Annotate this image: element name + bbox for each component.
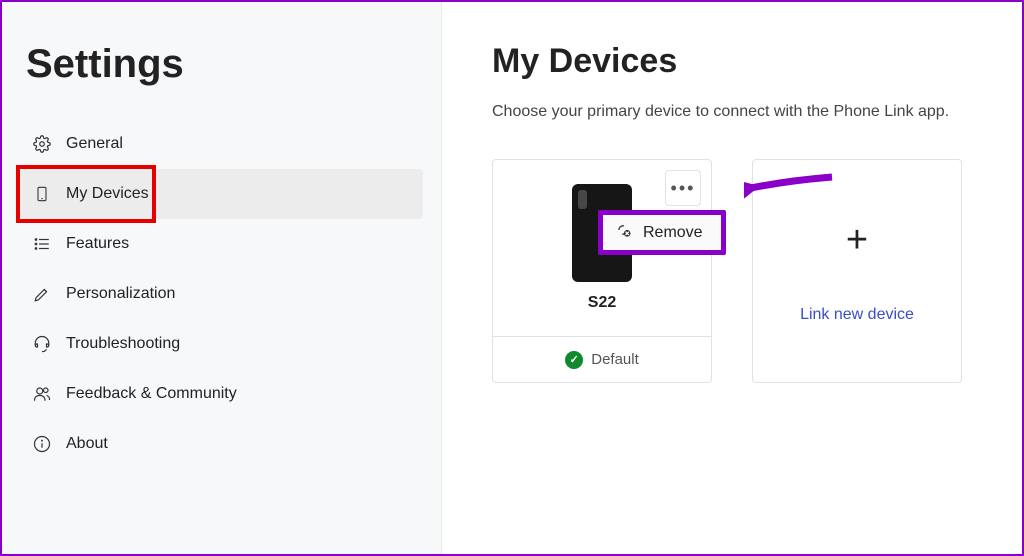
link-new-device-label: Link new device [800, 306, 914, 324]
sidebar-item-personalization[interactable]: Personalization [20, 269, 423, 319]
link-new-device-card[interactable]: + Link new device [752, 159, 962, 383]
sidebar-item-label: Troubleshooting [66, 335, 180, 353]
sidebar-item-feedback[interactable]: Feedback & Community [20, 369, 423, 419]
device-status-row: ✓ Default [493, 336, 711, 382]
sidebar-item-label: Features [66, 235, 129, 253]
sidebar-item-label: About [66, 435, 108, 453]
sidebar-item-troubleshooting[interactable]: Troubleshooting [20, 319, 423, 369]
nav-list: General My Devices Features Personalizat… [20, 119, 423, 469]
sidebar-item-features[interactable]: Features [20, 219, 423, 269]
more-icon: ••• [671, 178, 696, 199]
gear-icon [32, 134, 52, 154]
sidebar-title: Settings [26, 42, 423, 87]
remove-label: Remove [643, 224, 703, 242]
unlink-icon [613, 221, 633, 244]
page-subtitle: Choose your primary device to connect wi… [492, 103, 972, 121]
people-icon [32, 384, 52, 404]
device-card-row: ••• S22 ✓ Default Remove + Link new [492, 159, 972, 383]
sidebar-item-label: Personalization [66, 285, 175, 303]
device-card[interactable]: ••• S22 ✓ Default Remove [492, 159, 712, 383]
sidebar-item-my-devices[interactable]: My Devices [20, 169, 423, 219]
sidebar-item-label: My Devices [66, 185, 149, 203]
sidebar-item-label: General [66, 135, 123, 153]
settings-sidebar: Settings General My Devices Features [2, 2, 442, 554]
plus-icon: + [846, 219, 868, 262]
sidebar-item-label: Feedback & Community [66, 385, 237, 403]
device-name: S22 [588, 294, 616, 312]
phone-icon [32, 184, 52, 204]
check-icon: ✓ [565, 351, 583, 369]
list-icon [32, 234, 52, 254]
headset-icon [32, 334, 52, 354]
main-panel: My Devices Choose your primary device to… [442, 2, 1022, 554]
info-icon [32, 434, 52, 454]
sidebar-item-about[interactable]: About [20, 419, 423, 469]
remove-device-menu-item[interactable]: Remove [598, 210, 726, 255]
device-status-label: Default [591, 351, 639, 368]
more-options-button[interactable]: ••• [665, 170, 701, 206]
sidebar-item-general[interactable]: General [20, 119, 423, 169]
page-title: My Devices [492, 42, 972, 81]
brush-icon [32, 284, 52, 304]
